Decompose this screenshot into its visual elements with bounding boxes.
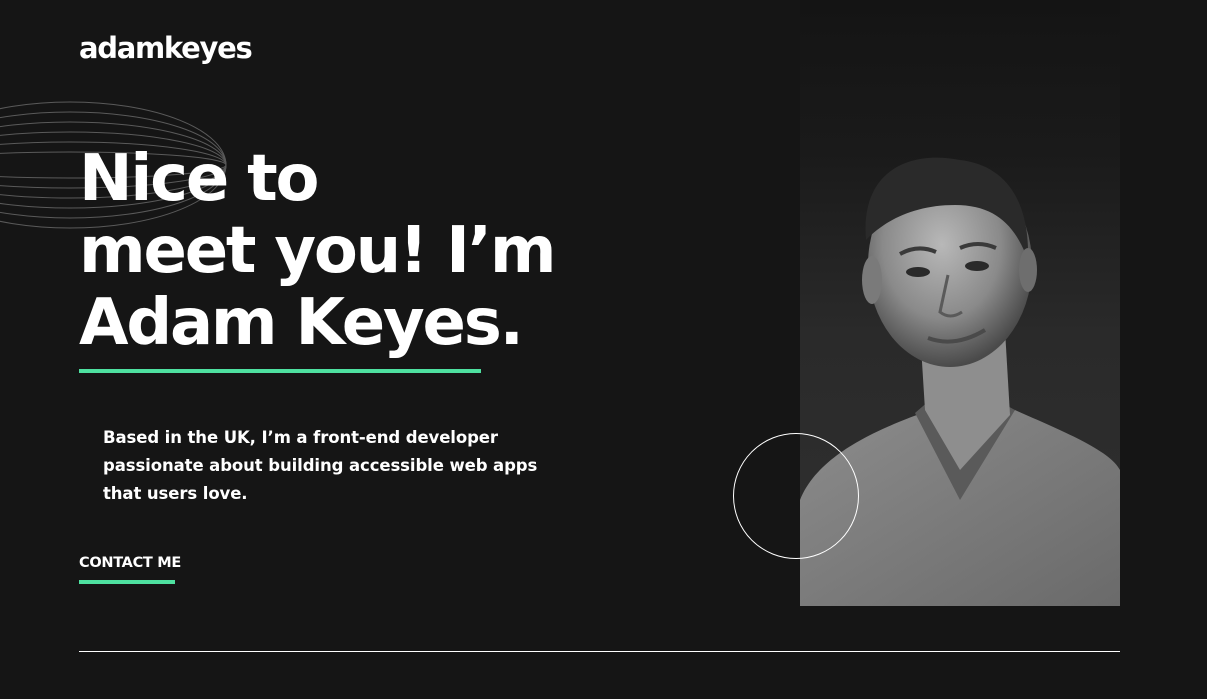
hero-heading-line-2: meet you! I’m (79, 214, 557, 288)
contact-me-link[interactable]: CONTACT ME (79, 554, 181, 584)
hero-heading-line-3: Adam Keyes. (79, 286, 524, 360)
section-divider (79, 651, 1120, 652)
hero-heading: Nice to meet you! I’m Adam Keyes. (79, 142, 557, 360)
hero-intro: Based in the UK, I’m a front-end develop… (103, 428, 538, 503)
logo[interactable]: adamkeyes (79, 28, 253, 68)
hero-heading-line-1: Nice to (79, 142, 319, 216)
heading-underline (79, 369, 481, 373)
decorative-circle (733, 433, 859, 559)
